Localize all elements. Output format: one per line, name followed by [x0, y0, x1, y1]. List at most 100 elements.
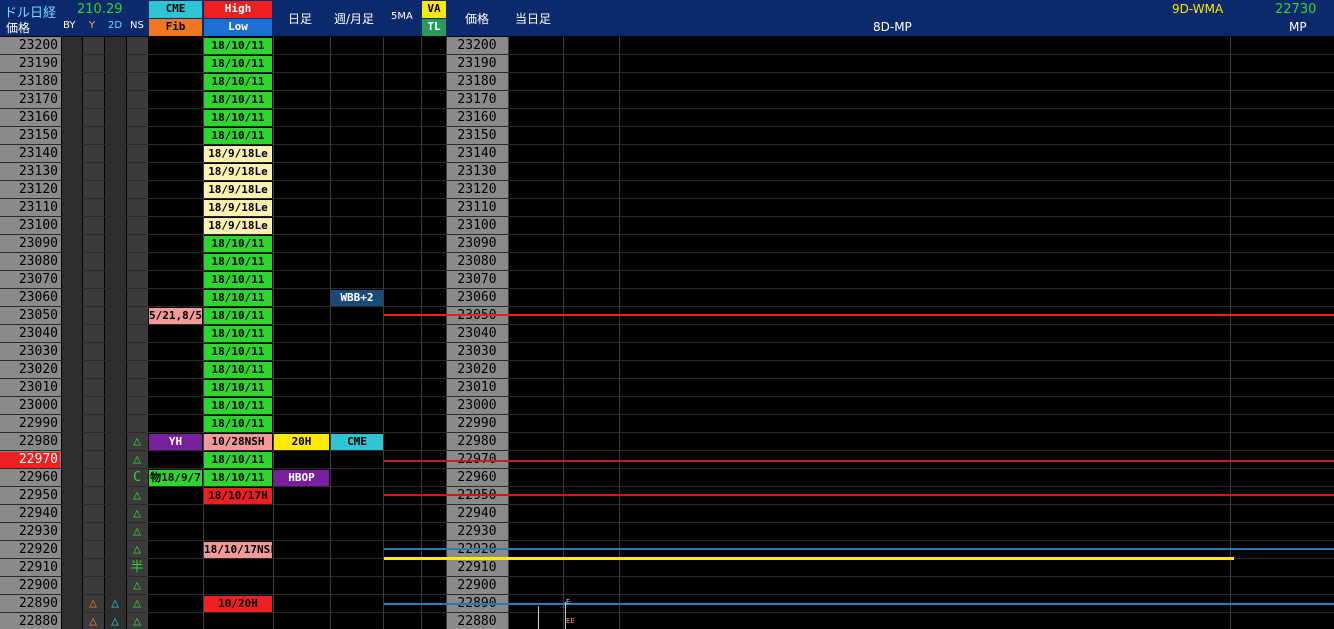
price-cell-right[interactable]: 22930 [447, 524, 507, 540]
price-cell[interactable]: 23000 [0, 398, 60, 414]
price-cell-right[interactable]: 23050 [447, 308, 507, 324]
price-cell[interactable]: 23130 [0, 164, 60, 180]
price-cell-right[interactable]: 23180 [447, 74, 507, 90]
price-cell[interactable]: 23040 [0, 326, 60, 342]
price-cell[interactable]: 22920 [0, 542, 60, 558]
price-cell[interactable]: 22990 [0, 416, 60, 432]
price-cell[interactable]: 22960 [0, 470, 60, 486]
high-low-cell[interactable]: 18/10/11 [204, 308, 272, 324]
high-low-cell[interactable]: 18/10/11 [204, 56, 272, 72]
high-low-cell[interactable]: 18/9/18Le [204, 182, 272, 198]
price-cell-right[interactable]: 22910 [447, 560, 507, 576]
price-cell-right[interactable]: 22980 [447, 434, 507, 450]
price-cell-right[interactable]: 22960 [447, 470, 507, 486]
high-low-cell[interactable]: 18/10/11 [204, 398, 272, 414]
price-cell-right[interactable]: 23040 [447, 326, 507, 342]
price-cell[interactable]: 22980 [0, 434, 60, 450]
price-cell[interactable]: 22890 [0, 596, 60, 612]
price-cell-right[interactable]: 23200 [447, 38, 507, 54]
price-cell-right[interactable]: 23060 [447, 290, 507, 306]
price-cell-right[interactable]: 23190 [447, 56, 507, 72]
price-cell[interactable]: 22970 [0, 452, 60, 468]
price-cell[interactable]: 22910 [0, 560, 60, 576]
price-cell-right[interactable]: 23170 [447, 92, 507, 108]
price-cell[interactable]: 22930 [0, 524, 60, 540]
high-low-cell[interactable]: 18/10/11 [204, 344, 272, 360]
price-cell-right[interactable]: 23020 [447, 362, 507, 378]
price-cell-right[interactable]: 23000 [447, 398, 507, 414]
high-low-cell[interactable]: 18/9/18Le [204, 200, 272, 216]
price-cell-right[interactable]: 23120 [447, 182, 507, 198]
high-low-cell[interactable]: 18/10/11 [204, 128, 272, 144]
price-cell[interactable]: 23150 [0, 128, 60, 144]
price-cell-right[interactable]: 23090 [447, 236, 507, 252]
price-cell-right[interactable]: 23080 [447, 254, 507, 270]
high-low-cell[interactable]: 18/10/11 [204, 110, 272, 126]
daily-column-header: 日足 [288, 12, 313, 26]
price-cell[interactable]: 23200 [0, 38, 60, 54]
price-cell-right[interactable]: 23150 [447, 128, 507, 144]
price-cell[interactable]: 22880 [0, 614, 60, 629]
price-cell[interactable]: 23010 [0, 380, 60, 396]
price-cell[interactable]: 23050 [0, 308, 60, 324]
weekly-monthly-cell[interactable]: CME [331, 434, 383, 450]
high-low-cell[interactable]: 18/10/11 [204, 38, 272, 54]
price-cell[interactable]: 23080 [0, 254, 60, 270]
cme-cell[interactable]: 物18/9/7 [149, 470, 202, 486]
high-low-cell[interactable]: 18/10/11 [204, 326, 272, 342]
cme-cell[interactable]: 5/21,8/5 [149, 308, 202, 324]
price-cell-right[interactable]: 23100 [447, 218, 507, 234]
price-cell[interactable]: 23140 [0, 146, 60, 162]
price-cell[interactable]: 23110 [0, 200, 60, 216]
price-cell-right[interactable]: 22900 [447, 578, 507, 594]
price-cell[interactable]: 23160 [0, 110, 60, 126]
price-cell-right[interactable]: 23140 [447, 146, 507, 162]
price-cell[interactable]: 23180 [0, 74, 60, 90]
price-cell-right[interactable]: 23130 [447, 164, 507, 180]
price-cell[interactable]: 23190 [0, 56, 60, 72]
price-cell-right[interactable]: 22920 [447, 542, 507, 558]
weekly-monthly-cell[interactable]: WBB+2 [331, 290, 383, 306]
price-cell-right[interactable]: 22990 [447, 416, 507, 432]
price-cell-right[interactable]: 23160 [447, 110, 507, 126]
price-cell[interactable]: 23070 [0, 272, 60, 288]
high-low-cell[interactable]: 18/10/11 [204, 416, 272, 432]
high-low-cell[interactable]: 18/10/11 [204, 470, 272, 486]
high-low-cell[interactable]: 18/10/11 [204, 236, 272, 252]
price-cell-right[interactable]: 23110 [447, 200, 507, 216]
high-low-cell[interactable]: 18/10/17H [204, 488, 272, 504]
daily-cell[interactable]: 20H [274, 434, 329, 450]
price-cell-right[interactable]: 22880 [447, 614, 507, 629]
price-cell-right[interactable]: 23030 [447, 344, 507, 360]
high-low-cell[interactable]: 18/10/11 [204, 254, 272, 270]
price-cell[interactable]: 23120 [0, 182, 60, 198]
high-low-cell[interactable]: 18/10/11 [204, 452, 272, 468]
high-low-cell[interactable]: 10/28NSH [204, 434, 272, 450]
high-low-cell[interactable]: 10/20H [204, 596, 272, 612]
price-cell-right[interactable]: 23010 [447, 380, 507, 396]
price-cell[interactable]: 23100 [0, 218, 60, 234]
high-low-cell[interactable]: 18/10/11 [204, 290, 272, 306]
price-cell[interactable]: 23090 [0, 236, 60, 252]
price-cell[interactable]: 22950 [0, 488, 60, 504]
high-low-cell[interactable]: 18/9/18Le [204, 218, 272, 234]
price-cell-right[interactable]: 22940 [447, 506, 507, 522]
price-cell[interactable]: 22900 [0, 578, 60, 594]
high-low-cell[interactable]: 18/10/11 [204, 380, 272, 396]
high-low-cell[interactable]: 18/10/11 [204, 362, 272, 378]
cme-cell[interactable]: YH [149, 434, 202, 450]
daily-cell[interactable]: HBOP [274, 470, 329, 486]
price-cell-right[interactable]: 23070 [447, 272, 507, 288]
price-cell[interactable]: 23030 [0, 344, 60, 360]
price-cell[interactable]: 23020 [0, 362, 60, 378]
price-cell[interactable]: 23170 [0, 92, 60, 108]
high-low-cell[interactable]: 18/9/18Le [204, 146, 272, 162]
high-low-cell[interactable]: 18/9/18Le [204, 164, 272, 180]
price-cell[interactable]: 23060 [0, 290, 60, 306]
high-low-cell[interactable]: 18/10/11 [204, 74, 272, 90]
high-low-cell[interactable]: 18/10/11 [204, 92, 272, 108]
high-low-cell[interactable]: 18/10/17NSL [204, 542, 272, 558]
price-cell-right[interactable]: 22950 [447, 488, 507, 504]
high-low-cell[interactable]: 18/10/11 [204, 272, 272, 288]
price-cell[interactable]: 22940 [0, 506, 60, 522]
